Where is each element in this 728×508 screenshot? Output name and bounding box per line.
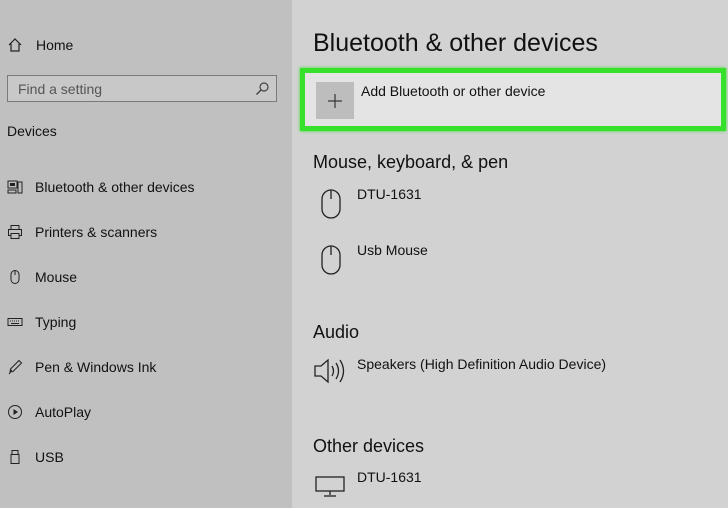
search-input[interactable]: Find a setting bbox=[7, 75, 277, 102]
mouse-icon bbox=[313, 186, 347, 220]
search-icon[interactable] bbox=[254, 81, 270, 97]
sidebar-item-mouse[interactable]: Mouse bbox=[6, 254, 195, 299]
autoplay-icon bbox=[6, 403, 24, 421]
sidebar-item-label: Typing bbox=[35, 313, 77, 330]
section-heading-other-devices: Other devices bbox=[313, 436, 425, 456]
usb-icon bbox=[6, 448, 24, 466]
main-content: Bluetooth & other devices Add Bluetooth … bbox=[292, 0, 728, 508]
sidebar-item-typing[interactable]: Typing bbox=[6, 299, 195, 344]
printer-icon bbox=[6, 223, 24, 241]
device-item[interactable]: Speakers (High Definition Audio Device) bbox=[313, 356, 606, 390]
mouse-icon bbox=[6, 268, 24, 286]
device-name: Speakers (High Definition Audio Device) bbox=[357, 356, 607, 372]
add-device-label: Add Bluetooth or other device bbox=[361, 83, 546, 99]
device-name: Usb Mouse bbox=[357, 242, 428, 258]
mouse-icon bbox=[313, 242, 347, 276]
section-heading-mouse-keyboard-pen: Mouse, keyboard, & pen bbox=[313, 152, 509, 172]
settings-sidebar: Home Find a setting Devices Bluetooth & … bbox=[0, 0, 292, 508]
sidebar-item-label: Mouse bbox=[35, 268, 78, 285]
device-item[interactable]: DTU-1631 bbox=[313, 186, 422, 220]
pen-icon bbox=[6, 358, 24, 376]
home-label: Home bbox=[36, 37, 74, 53]
sidebar-item-usb[interactable]: USB bbox=[6, 434, 195, 479]
device-item[interactable]: Usb Mouse bbox=[313, 242, 428, 276]
keyboard-icon bbox=[6, 313, 24, 331]
sidebar-item-printers[interactable]: Printers & scanners bbox=[6, 209, 195, 254]
search-placeholder: Find a setting bbox=[18, 80, 103, 97]
speaker-icon bbox=[313, 356, 347, 390]
nav-home[interactable]: Home bbox=[6, 34, 73, 56]
sidebar-item-label: Printers & scanners bbox=[35, 223, 158, 240]
sidebar-item-label: Pen & Windows Ink bbox=[35, 358, 157, 375]
sidebar-item-label: AutoPlay bbox=[35, 403, 92, 420]
page-title: Bluetooth & other devices bbox=[313, 29, 598, 57]
bluetooth-devices-icon bbox=[6, 178, 24, 196]
device-name: DTU-1631 bbox=[357, 186, 422, 202]
sidebar-item-label: Bluetooth & other devices bbox=[35, 178, 195, 195]
add-device-button[interactable]: Add Bluetooth or other device bbox=[300, 68, 726, 131]
sidebar-nav: Bluetooth & other devices Printers & sca… bbox=[6, 164, 195, 479]
sidebar-item-pen[interactable]: Pen & Windows Ink bbox=[6, 344, 195, 389]
home-icon bbox=[6, 36, 24, 54]
monitor-icon bbox=[313, 469, 347, 503]
device-item[interactable]: DTU-1631 bbox=[313, 469, 422, 503]
device-name: DTU-1631 bbox=[357, 469, 422, 485]
devices-heading: Devices bbox=[7, 123, 57, 139]
sidebar-item-label: USB bbox=[35, 448, 64, 465]
sidebar-item-autoplay[interactable]: AutoPlay bbox=[6, 389, 195, 434]
section-heading-audio: Audio bbox=[313, 322, 360, 342]
plus-icon bbox=[316, 82, 354, 119]
sidebar-item-bluetooth[interactable]: Bluetooth & other devices bbox=[6, 164, 195, 209]
